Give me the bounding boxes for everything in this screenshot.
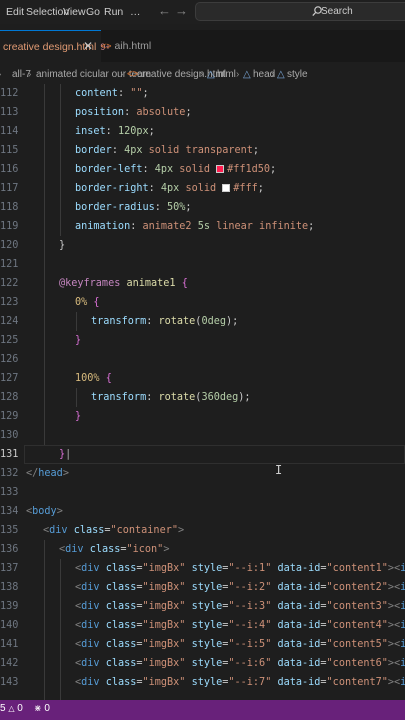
element-icon: △ xyxy=(207,69,215,80)
element-icon: △ xyxy=(243,69,251,80)
code-line: 134 <body> xyxy=(0,506,63,517)
tab-label: aih.html xyxy=(114,40,152,52)
menu-go[interactable]: Go xyxy=(86,6,100,18)
code-line: 131}| xyxy=(0,449,72,460)
code-line: 135 <div class="container"> xyxy=(0,525,185,536)
code-line: 116 border-left: 4px solid #ff1d50; xyxy=(0,164,277,175)
element-icon: △ xyxy=(277,69,285,80)
search-label: Search xyxy=(321,6,353,17)
chevron-right-icon: › xyxy=(200,69,204,80)
menu-more[interactable]: … xyxy=(130,6,141,18)
chevron-right-icon: › xyxy=(28,69,32,80)
color-swatch[interactable] xyxy=(222,184,231,192)
broadcast-icon: ⋇ xyxy=(34,703,42,713)
breadcrumb-sep-icon: › xyxy=(0,69,1,80)
code-line: 117 border-right: 4px solid #fff; xyxy=(0,183,264,194)
menu-bar: Edit Selection View Go Run … ← → Search xyxy=(0,0,405,24)
code-line: 130 xyxy=(0,430,19,441)
code-line: 129} xyxy=(0,411,82,422)
code-line: 126 xyxy=(0,354,19,365)
breadcrumb-item[interactable]: html xyxy=(217,69,236,80)
code-line: 143 <div class="imgBx" style="--i:7" data… xyxy=(0,677,405,688)
i-beam-cursor-icon: I xyxy=(275,463,283,477)
ports-indicator[interactable]: ⋇ 0 xyxy=(34,703,50,714)
breadcrumb-item[interactable]: style xyxy=(287,69,308,80)
code-line: 123 0% { xyxy=(0,297,100,308)
code-line: 112 content: ""; xyxy=(0,88,149,99)
html-file-icon: <> xyxy=(101,41,112,51)
warning-count: 0 xyxy=(17,703,23,714)
code-line: 139 <div class="imgBx" style="--i:3" data… xyxy=(0,601,405,612)
tab-aih[interactable]: <> aih.html xyxy=(101,30,199,62)
code-line: 132 </head> xyxy=(0,468,69,479)
chevron-right-icon: › xyxy=(271,69,275,80)
menu-run[interactable]: Run xyxy=(104,6,123,18)
chevron-right-icon: › xyxy=(120,69,124,80)
forward-arrow-icon[interactable]: → xyxy=(175,3,188,18)
code-line: 136 <div class="icon"> xyxy=(0,544,170,555)
code-line: 138 <div class="imgBx" style="--i:2" data… xyxy=(0,582,405,593)
menu-view[interactable]: View xyxy=(63,6,86,18)
errors-warnings-indicator[interactable]: 5 △ 0 xyxy=(0,703,23,714)
chevron-right-icon: › xyxy=(236,69,240,80)
warning-icon: △ xyxy=(8,704,15,713)
code-line: 127 100% { xyxy=(0,373,112,384)
code-line: 114 inset: 120px; xyxy=(0,126,155,137)
code-line: 125} xyxy=(0,335,82,346)
code-line: 115 border: 4px solid transparent; xyxy=(0,145,260,156)
command-search-box[interactable]: Search xyxy=(195,2,405,21)
code-line: 118 border-radius: 50%; xyxy=(0,202,192,213)
code-line: 142 <div class="imgBx" style="--i:6" data… xyxy=(0,658,405,669)
code-line: 140 <div class="imgBx" style="--i:4" data… xyxy=(0,620,405,631)
code-line: 121 xyxy=(0,259,19,270)
close-icon[interactable]: ✕ xyxy=(83,39,93,53)
error-count: 5 xyxy=(0,703,6,714)
code-line: 120} xyxy=(0,240,66,251)
code-line: 124 transform: rotate(0deg); xyxy=(0,316,239,327)
color-swatch[interactable] xyxy=(216,165,225,173)
code-editor[interactable]: 112 content: ""; 113 position: absolute; 1… xyxy=(0,84,405,700)
code-line: 133 xyxy=(0,487,19,498)
code-line: 137 <div class="imgBx" style="--i:1" data… xyxy=(0,563,405,574)
menu-edit[interactable]: Edit xyxy=(6,6,24,18)
code-line: 113 position: absolute; xyxy=(0,107,192,118)
code-line: 122 @keyframes animate1 { xyxy=(0,278,188,289)
breadcrumb: › all-7 › animated cicular our team › <>… xyxy=(0,66,405,84)
ports-count: 0 xyxy=(44,703,50,714)
code-line: 128 transform: rotate(360deg); xyxy=(0,392,251,403)
tab-bar: creative design.html 9+ ✕ <> aih.html xyxy=(0,30,405,62)
status-bar[interactable]: 5 △ 0 ⋇ 0 xyxy=(0,700,405,720)
code-line: 119 animation: animate2 5s linear infinit… xyxy=(0,221,315,232)
back-arrow-icon[interactable]: ← xyxy=(158,3,171,18)
tab-creative-design[interactable]: creative design.html 9+ ✕ xyxy=(0,30,111,62)
code-line: 141 <div class="imgBx" style="--i:5" data… xyxy=(0,639,405,650)
